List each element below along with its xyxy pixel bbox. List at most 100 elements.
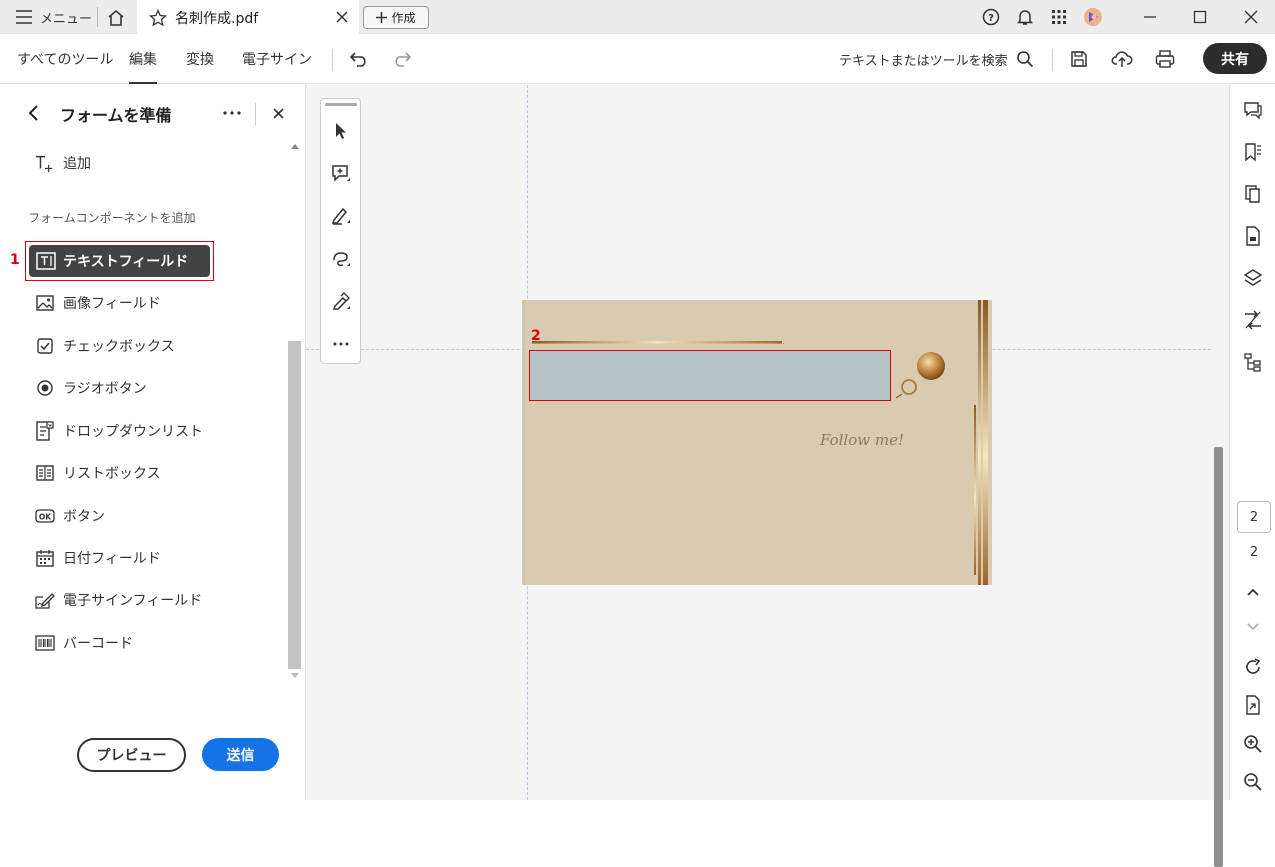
save-icon[interactable] — [1067, 47, 1091, 71]
plus-icon — [376, 12, 388, 23]
menu-all-tools[interactable]: すべてのツール — [17, 34, 113, 84]
home-icon[interactable] — [104, 6, 128, 30]
scroll-down-arrow-icon[interactable] — [289, 670, 301, 682]
image-field-label: 画像フィールド — [63, 296, 161, 312]
scroll-up-arrow-icon[interactable] — [289, 140, 301, 152]
right-tool-rail: 2 2 — [1229, 85, 1275, 800]
star-icon[interactable] — [148, 8, 168, 28]
export-page-icon[interactable] — [1240, 692, 1266, 718]
canvas-scroll-thumb[interactable] — [1214, 447, 1223, 867]
bell-icon[interactable] — [1014, 6, 1036, 28]
share-button[interactable]: 共有 — [1203, 43, 1267, 74]
esign-field-tool[interactable]: 電子サインフィールド — [35, 585, 202, 615]
title-bar: メニュー 名刺作成.pdf 作成 ? — [0, 0, 1275, 34]
apps-grid-icon[interactable] — [1048, 6, 1070, 28]
panel-title: フォームを準備 — [60, 106, 172, 125]
help-icon[interactable]: ? — [980, 6, 1002, 28]
add-text-button[interactable]: 追加 — [35, 148, 91, 178]
text-field-tool[interactable]: テキストフィールド — [29, 245, 210, 277]
radio-button-tool[interactable]: ラジオボタン — [35, 373, 147, 403]
button-label: ボタン — [63, 509, 105, 525]
business-card-page[interactable]: ·· · Follow me! 2 — [522, 300, 992, 585]
sign-pen-icon[interactable] — [327, 288, 355, 316]
step-number-1: 1 — [10, 252, 20, 268]
zoom-out-icon[interactable] — [1240, 769, 1266, 795]
close-tab-icon[interactable] — [333, 8, 351, 26]
print-icon[interactable] — [1153, 47, 1177, 71]
current-page-input[interactable]: 2 — [1237, 501, 1271, 533]
upload-cloud-icon[interactable] — [1110, 47, 1134, 71]
tags-tree-icon[interactable] — [1240, 349, 1266, 375]
rotate-icon[interactable] — [1240, 654, 1266, 680]
send-button[interactable]: 送信 — [202, 738, 279, 771]
bookmark-icon[interactable] — [1240, 139, 1266, 165]
preview-button[interactable]: プレビュー — [77, 738, 186, 772]
more-tools-icon[interactable] — [327, 330, 355, 358]
dropdown-tool[interactable]: ドロップダウンリスト — [35, 416, 203, 446]
checkbox-icon — [35, 336, 55, 356]
listbox-label: リストボックス — [63, 466, 161, 482]
tab-document[interactable]: 名刺作成.pdf — [137, 0, 359, 34]
barcode-tool[interactable]: バーコード — [35, 628, 133, 658]
select-pointer-icon[interactable] — [327, 117, 355, 145]
undo-icon[interactable] — [347, 47, 371, 71]
back-chevron-icon[interactable] — [22, 101, 46, 125]
highlight-pen-icon[interactable] — [327, 202, 355, 230]
main-toolbar: すべてのツール 編集 変換 電子サイン テキストまたはツールを検索 共有 — [0, 34, 1275, 84]
menu-edit[interactable]: 編集 — [129, 34, 157, 84]
avatar[interactable] — [1082, 6, 1104, 28]
tab-title: 名刺作成.pdf — [175, 11, 259, 27]
add-text-icon — [35, 153, 55, 173]
text-field-placeholder[interactable] — [529, 350, 891, 401]
minimize-icon[interactable] — [1139, 6, 1161, 28]
hamburger-icon — [16, 10, 32, 24]
image-field-tool[interactable]: 画像フィールド — [35, 288, 161, 318]
menu-button[interactable]: メニュー — [16, 0, 92, 34]
sidebar-scroll-thumb[interactable] — [288, 341, 301, 669]
listbox-tool[interactable]: リストボックス — [35, 458, 161, 488]
barcode-icon — [35, 633, 55, 653]
signature-icon — [35, 590, 55, 610]
redo-icon[interactable] — [390, 47, 414, 71]
total-pages: 2 — [1249, 545, 1259, 560]
divider — [1052, 49, 1053, 71]
create-button[interactable]: 作成 — [363, 6, 429, 29]
search-tools-label[interactable]: テキストまたはツールを検索 — [839, 34, 1008, 84]
button-tool[interactable]: OK ボタン — [35, 501, 105, 531]
menu-convert[interactable]: 変換 — [186, 34, 214, 84]
zoom-in-icon[interactable] — [1240, 731, 1266, 757]
close-panel-icon[interactable] — [266, 101, 290, 125]
calendar-icon — [35, 548, 55, 568]
dropdown-icon — [35, 421, 55, 441]
drag-handle[interactable] — [325, 103, 357, 106]
pages-icon[interactable] — [1240, 181, 1266, 207]
date-field-tool[interactable]: 日付フィールド — [35, 543, 161, 573]
page-down-icon[interactable] — [1240, 614, 1266, 640]
compare-icon[interactable] — [1240, 307, 1266, 333]
ok-button-icon: OK — [35, 506, 55, 526]
checkbox-tool[interactable]: チェックボックス — [35, 331, 175, 361]
close-window-icon[interactable] — [1240, 6, 1262, 28]
prepare-form-panel: フォームを準備 追加 フォームコンポーネントを追加 1 テキストフィールド 画像… — [0, 85, 306, 800]
svg-text:?: ? — [988, 13, 994, 24]
barcode-label: バーコード — [63, 636, 133, 652]
document-properties-icon[interactable] — [1240, 223, 1266, 249]
add-comment-icon[interactable] — [327, 160, 355, 188]
svg-text:·· ·: ·· · — [777, 341, 785, 348]
layers-icon[interactable] — [1240, 265, 1266, 291]
comment-icon[interactable] — [1240, 97, 1266, 123]
more-options-icon[interactable] — [220, 101, 244, 125]
dropdown-label: ドロップダウンリスト — [63, 424, 203, 440]
page-up-icon[interactable] — [1240, 579, 1266, 605]
menu-label: メニュー — [40, 11, 93, 27]
draw-freeform-icon[interactable] — [327, 245, 355, 273]
maximize-icon[interactable] — [1189, 6, 1211, 28]
menu-esign[interactable]: 電子サイン — [242, 34, 312, 84]
add-label: 追加 — [63, 156, 91, 172]
divider — [332, 49, 333, 71]
text-field-icon — [36, 252, 56, 270]
search-icon[interactable] — [1013, 47, 1037, 71]
divider — [255, 103, 256, 125]
document-canvas[interactable]: ·· · Follow me! 2 — [306, 85, 1229, 867]
divider — [97, 7, 98, 27]
